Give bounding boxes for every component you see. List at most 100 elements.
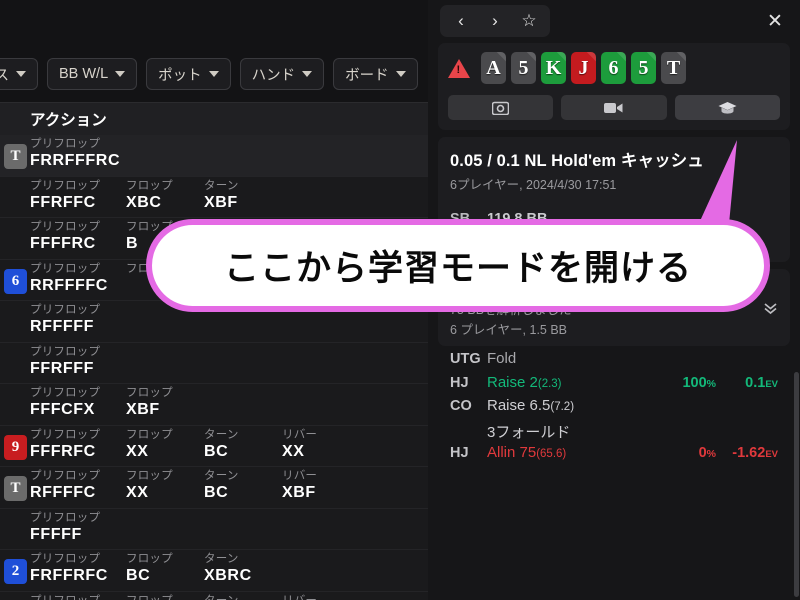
hand-badge: 9 (4, 434, 27, 460)
street-value: XBC (126, 193, 162, 211)
street-value: XBRC (204, 567, 252, 584)
table-row[interactable]: 9 プリフロップ FFFRFC フロップ XX ターン BC リバー XX (0, 426, 428, 467)
street-cell: リバー XBF (282, 469, 360, 502)
street-cell: プリフロップ FRFFRFC (30, 552, 126, 585)
action-row[interactable]: CO Raise 6.5(7.2) (450, 397, 778, 421)
row-badge-cell (0, 301, 30, 342)
row-streets: プリフロップ FFFRFC フロップ XX ターン BC リバー XX (30, 426, 360, 467)
row-badge-cell (0, 218, 30, 259)
street-label: フロップ (126, 594, 204, 600)
street-label: プリフロップ (30, 511, 101, 524)
action-size: (7.2) (550, 401, 575, 413)
action-name: Raise 6.5(7.2) (487, 397, 575, 414)
street-cell: プリフロップ FFFRFC (30, 428, 126, 461)
chevron-down-icon (16, 71, 26, 77)
street-value: FFRFFC (30, 193, 96, 211)
app-root: ロスBB W/Lポットハンドボード アクション TプリフロップFRRFFFRCプ… (0, 0, 800, 600)
street-label: プリフロップ (30, 138, 101, 150)
street-cell: ターンXBC (204, 594, 282, 600)
row-badge-cell (0, 509, 30, 550)
table-row[interactable]: プリフロップ FFRFFF (0, 343, 428, 384)
street-label: フロップ (126, 470, 173, 482)
action-position: HJ (450, 445, 469, 461)
filter-button-4[interactable]: ボード (333, 58, 418, 90)
street-value: XX (282, 442, 305, 460)
street-cell: フロップ XX (126, 469, 204, 502)
street-cell: プリフロップ RRFFFFC (30, 262, 126, 295)
filter-button-0[interactable]: ロス (0, 58, 38, 90)
action-position: HJ (450, 374, 469, 391)
street-value: FFFFRC (30, 235, 96, 252)
row-streets: プリフロップ FFRFFF (30, 343, 126, 384)
close-icon[interactable]: ✕ (764, 10, 786, 32)
chevron-double-down-icon[interactable] (763, 301, 778, 316)
table-row[interactable]: プリフロップ FFFFF (0, 509, 428, 550)
table-row[interactable]: プリフロップ FFRFFC フロップ XBC ターン XBF (0, 177, 428, 218)
filter-label: ボード (345, 67, 389, 84)
row-streets: プリフロップ RFFFFF (30, 301, 126, 342)
table-row[interactable]: T プリフロップ RFFFFC フロップ XX ターン BC リバー XBF (0, 467, 428, 509)
filter-button-2[interactable]: ポット (146, 58, 231, 90)
table-row[interactable]: T プリフロップ FRRFFFRC (0, 135, 428, 177)
filter-button-1[interactable]: BB W/L (47, 58, 138, 90)
ev-unit: EV (765, 378, 778, 390)
table-row[interactable]: プリフロップ FFFCFX フロップ XBF (0, 384, 428, 426)
hand-badge: 6 (4, 268, 27, 294)
action-ev: 0.1EV (745, 374, 778, 391)
street-label: ターン (204, 553, 239, 565)
street-cell: プリフロップ FFFFF (30, 511, 126, 544)
filter-label: ハンド (251, 67, 296, 84)
study-mode-button[interactable] (674, 95, 780, 120)
hand-list: アクション T プリフロップ FRRFFFRC プリフロップ FFRFFC フロップ XBC… (0, 102, 428, 600)
board-card: K (541, 52, 566, 84)
filter-button-3[interactable]: ハンド (239, 58, 325, 90)
back-icon[interactable]: ‹ (444, 6, 478, 36)
action-position: UTG (450, 351, 481, 367)
street-value: RFFFFF (30, 318, 95, 335)
street-label: ターン (204, 470, 239, 482)
street-value: FFFFF (30, 525, 82, 543)
table-row[interactable]: 7プリフロップRFFFFCフロップXBCターンXBCリバーXX (0, 592, 428, 600)
board-block: A5KJ65T (438, 43, 790, 130)
street-cell: フロップ XBF (126, 386, 204, 419)
percent-unit: % (706, 448, 716, 460)
street-cell: プリフロップ FFFCFX (30, 386, 126, 419)
row-streets: プリフロップ FRRFFFRC (30, 135, 126, 176)
action-row[interactable]: HJ Allin 75(65.6) 0% -1.62EV (450, 444, 778, 468)
action-row[interactable]: 3フォールド (450, 421, 778, 445)
street-value: BC (204, 484, 229, 501)
street-cell: リバーXX (282, 428, 360, 461)
action-row[interactable]: HJ Raise 2(2.3) 100% 0.1EV (450, 374, 778, 398)
street-label: ターン (204, 179, 239, 192)
chevron-down-icon (115, 71, 126, 77)
preflop-note2: 6 プレイヤー, 1.5 BB (450, 323, 568, 337)
star-icon[interactable]: ☆ (512, 6, 546, 36)
street-label: プリフロップ (30, 345, 101, 358)
detail-scrollbar[interactable] (794, 372, 799, 597)
chevron-down-icon (208, 71, 219, 77)
board-card: T (661, 52, 686, 84)
street-cell: ターン BC (204, 428, 282, 461)
action-position: CO (450, 398, 472, 414)
action-size: (65.6) (536, 448, 567, 460)
row-badge-cell (0, 384, 30, 425)
street-cell: プリフロップ FFRFFF (30, 345, 126, 378)
street-cell: プリフロップ FFFFRC (30, 220, 126, 253)
chevron-double-down-glyph (764, 303, 777, 315)
video-button[interactable] (561, 95, 667, 120)
action-size: (2.3) (537, 377, 562, 390)
street-cell: プリフロップ RFFFFC (30, 469, 126, 502)
table-row[interactable]: 2 プリフロップ FRFFRFC フロップ BC ターン XBRC (0, 550, 428, 592)
street-label: プリフロップ (30, 553, 101, 565)
street-cell: フロップ BC (126, 552, 204, 585)
camera-button[interactable] (448, 95, 554, 120)
filter-label: BB W/L (59, 66, 109, 82)
action-row[interactable]: UTG Fold (450, 350, 778, 374)
action-name: Fold (487, 350, 517, 367)
board-card: 5 (631, 52, 656, 84)
forward-icon[interactable]: › (478, 6, 512, 36)
street-cell: ターン XBRC (204, 552, 282, 585)
board-cards: A5KJ65T (481, 52, 686, 84)
street-cell: ターン BC (204, 469, 282, 502)
callout-text: ここから学習モードを開ける (223, 249, 692, 289)
